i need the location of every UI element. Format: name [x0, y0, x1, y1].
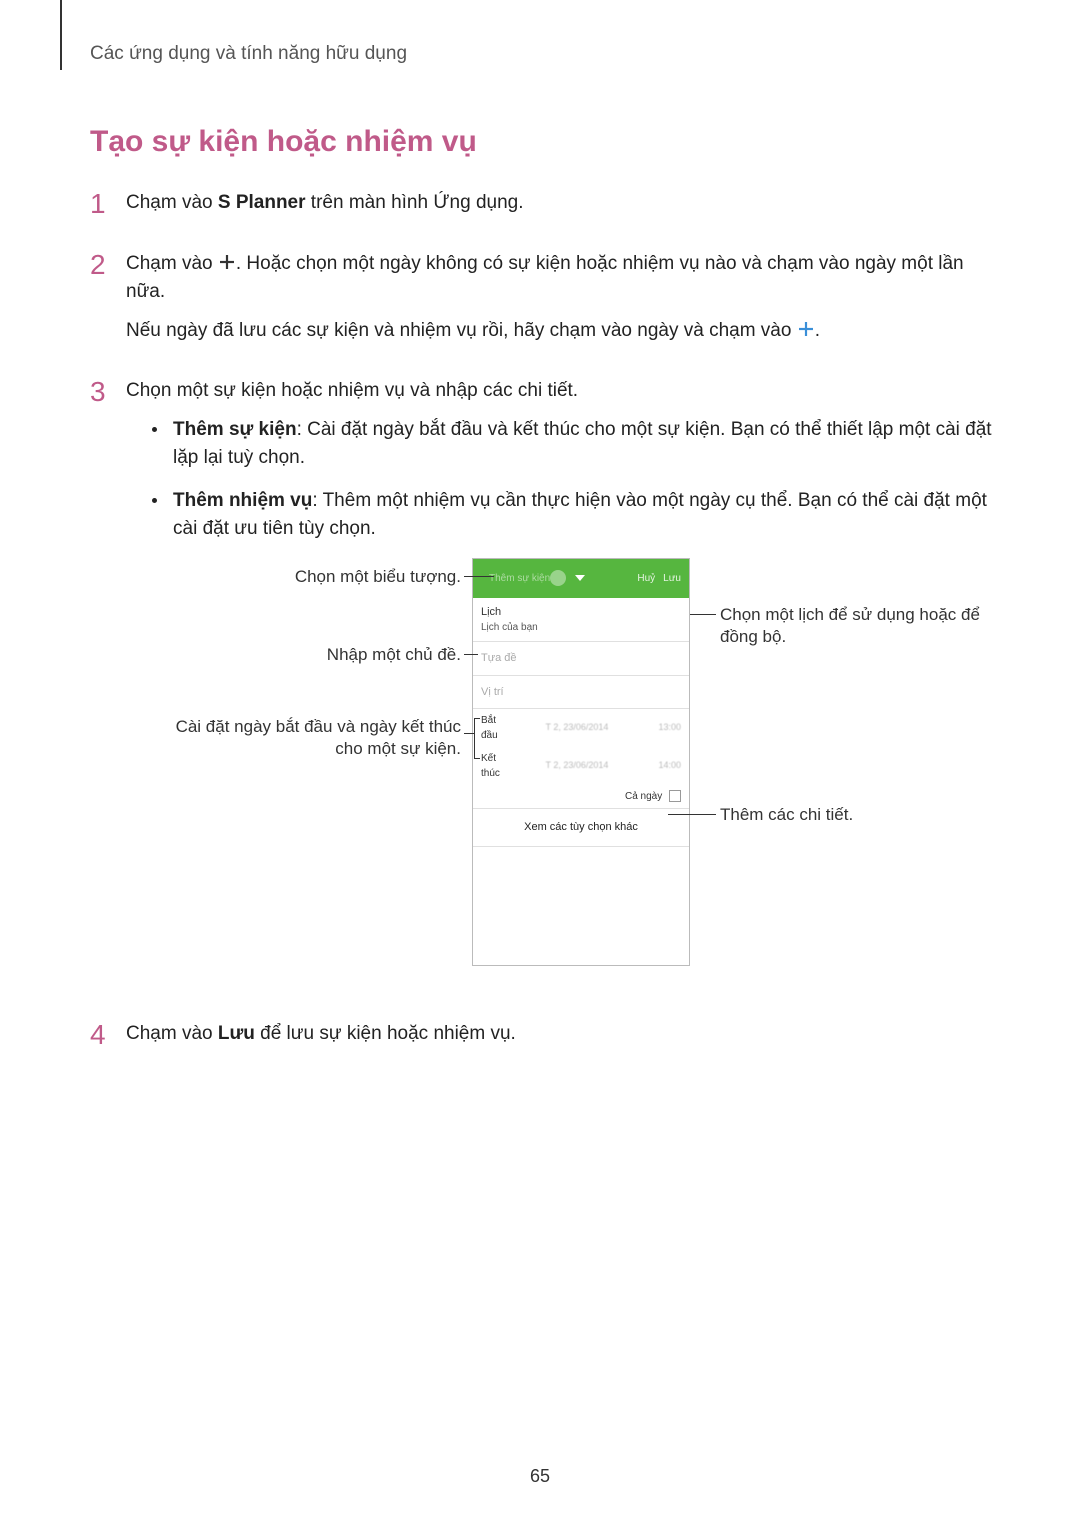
callout-emoji: Chọn một biểu tượng.: [166, 566, 461, 588]
title-input: Tựa đề: [473, 642, 689, 676]
text: để lưu sự kiện hoặc nhiệm vụ.: [255, 1023, 516, 1044]
step-3: 3 Chọn một sự kiện hoặc nhiệm vụ và nhập…: [90, 377, 1000, 998]
callout-line: [464, 733, 474, 734]
step-1: 1 Chạm vào S Planner trên màn hình Ứng d…: [90, 189, 1000, 228]
chapter-title: Các ứng dụng và tính năng hữu dụng: [90, 43, 1000, 65]
bullet-dot-icon: [152, 498, 157, 503]
bullet-dot-icon: [152, 427, 157, 432]
end-label: Kết thúc: [481, 751, 513, 781]
callout-calendar: Chọn một lịch để sử dụng hoặc để đồng bộ…: [720, 604, 980, 648]
step-4: 4 Chạm vào Lưu để lưu sự kiện hoặc nhiệm…: [90, 1020, 1000, 1059]
text: Chạm vào: [126, 1023, 218, 1044]
end-time: 14:00: [641, 759, 681, 773]
dates-block: Bắt đầu T 2, 23/06/2014 13:00 Kết thúc T…: [473, 709, 689, 809]
bullet-item: Thêm sự kiện: Cài đặt ngày bắt đầu và kế…: [152, 416, 1000, 473]
step-number: 4: [90, 1020, 118, 1051]
callout-title: Nhập một chủ đề.: [166, 644, 461, 666]
bullet-rest: : Cài đặt ngày bắt đầu và kết thúc cho m…: [173, 419, 992, 469]
callout-dates: Cài đặt ngày bắt đầu và ngày kết thúc ch…: [166, 716, 461, 760]
plus-icon-blue: [797, 320, 815, 338]
more-options-row: Xem các tùy chọn khác: [473, 809, 689, 847]
text: Chạm vào: [126, 192, 218, 213]
location-input: Vị trí: [473, 676, 689, 710]
text: . Hoặc chọn một ngày không có sự kiện ho…: [126, 253, 964, 303]
dropdown-icon: [575, 575, 585, 581]
diagram: Thêm sự kiện Huỷ Lưu Lịch Lịch của bạn T…: [166, 558, 986, 978]
callout-line: [464, 654, 478, 655]
header-save: Lưu: [663, 571, 681, 586]
allday-label: Cả ngày: [625, 791, 662, 802]
bullet-bold: Thêm sự kiện: [173, 419, 297, 440]
step-2-text-1: Chạm vào . Hoặc chọn một ngày không có s…: [126, 250, 1000, 307]
bullet-item: Thêm nhiệm vụ: Thêm một nhiệm vụ cần thự…: [152, 487, 1000, 544]
callout-line: [474, 758, 480, 759]
calendar-row: Lịch Lịch của bạn: [473, 598, 689, 643]
callout-line: [690, 614, 716, 615]
step-number: 2: [90, 250, 118, 281]
step-number: 3: [90, 377, 118, 408]
step-2-text-2: Nếu ngày đã lưu các sự kiện và nhiệm vụ …: [126, 317, 1000, 346]
callout-line: [474, 718, 480, 719]
app-name: S Planner: [218, 192, 306, 213]
header-cancel: Huỷ: [637, 571, 655, 586]
calendar-sub: Lịch của bạn: [481, 620, 681, 635]
header-event-label: Thêm sự kiện: [489, 571, 550, 586]
step-2: 2 Chạm vào . Hoặc chọn một ngày không có…: [90, 250, 1000, 356]
end-date: T 2, 23/06/2014: [513, 759, 641, 773]
callout-more: Thêm các chi tiết.: [720, 804, 980, 826]
step-number: 1: [90, 189, 118, 220]
calendar-label: Lịch: [481, 604, 681, 621]
save-label: Lưu: [218, 1023, 255, 1044]
callout-line: [668, 814, 716, 815]
bullet-bold: Thêm nhiệm vụ: [173, 490, 312, 511]
section-title: Tạo sự kiện hoặc nhiệm vụ: [90, 125, 1000, 159]
phone-mock: Thêm sự kiện Huỷ Lưu Lịch Lịch của bạn T…: [472, 558, 690, 966]
page-number: 65: [0, 1466, 1080, 1487]
checkbox-icon: [669, 790, 681, 802]
step-1-text: Chạm vào S Planner trên màn hình Ứng dụn…: [126, 189, 1000, 218]
phone-header: Thêm sự kiện Huỷ Lưu: [473, 559, 689, 598]
text: Chạm vào: [126, 253, 218, 274]
text: trên màn hình Ứng dụng.: [306, 192, 524, 213]
emoji-icon: [550, 570, 566, 586]
start-date: T 2, 23/06/2014: [513, 721, 641, 735]
callout-line: [464, 576, 494, 577]
left-margin-rule: [60, 0, 62, 70]
step-3-intro: Chọn một sự kiện hoặc nhiệm vụ và nhập c…: [126, 377, 1000, 406]
plus-icon: [218, 253, 236, 271]
start-time: 13:00: [641, 721, 681, 735]
step-4-text: Chạm vào Lưu để lưu sự kiện hoặc nhiệm v…: [126, 1020, 1000, 1049]
text: Nếu ngày đã lưu các sự kiện và nhiệm vụ …: [126, 320, 797, 341]
text: .: [815, 320, 820, 341]
callout-line: [474, 718, 475, 758]
allday-row: Cả ngày: [473, 785, 689, 808]
start-label: Bắt đầu: [481, 713, 513, 743]
